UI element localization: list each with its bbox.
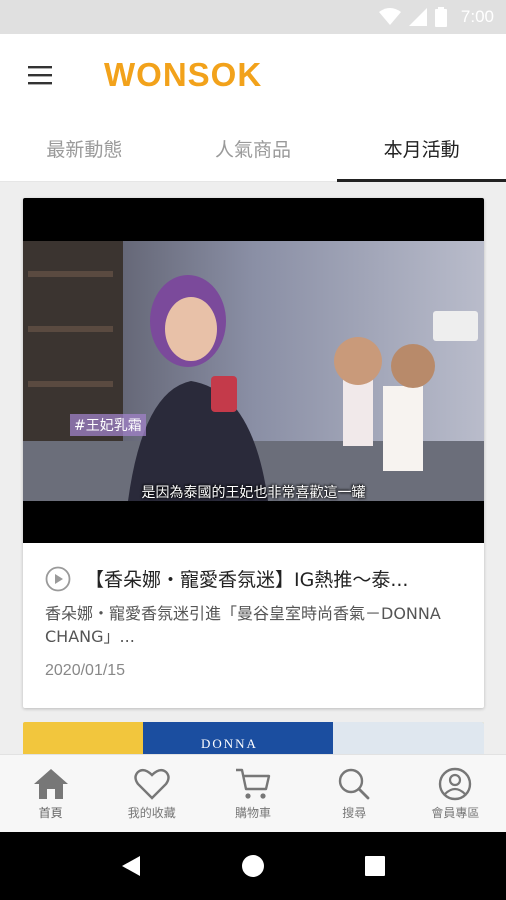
card-body: 【香朵娜・寵愛香氛迷】IG熱推～泰... 香朵娜・寵愛香氛迷引進「曼谷皇室時尚香… (23, 543, 484, 708)
nav-label-account: 會員專區 (431, 805, 480, 820)
nav-account[interactable]: 會員專區 (405, 755, 506, 832)
recents-icon[interactable] (364, 855, 386, 877)
card-description: 香朵娜・寵愛香氛迷引進「曼谷皇室時尚香氣－DONNA CHANG」... (45, 604, 441, 646)
app-logo[interactable]: WONSOK (104, 56, 262, 94)
video-frame-image (23, 241, 484, 501)
tab-latest-news[interactable]: 最新動態 (0, 116, 169, 181)
card-date: 2020/01/15 (45, 662, 126, 679)
content-feed[interactable]: #王妃乳霜 是因為泰國的王妃也非常喜歡這一罐 【香朵娜・寵愛香氛迷】IG熱推～泰… (0, 182, 506, 754)
event-card-2[interactable]: DONNA (23, 722, 484, 754)
back-icon[interactable] (120, 854, 142, 878)
cellular-icon (408, 8, 427, 26)
nav-label-home: 首頁 (38, 805, 63, 820)
tab-popular-products[interactable]: 人氣商品 (169, 116, 338, 181)
home-circle-icon[interactable] (241, 854, 265, 878)
system-navigation-bar (0, 832, 506, 900)
status-bar: 7:00 (0, 0, 506, 34)
heart-icon (134, 768, 170, 800)
nav-label-search: 搜尋 (342, 805, 367, 820)
nav-home[interactable]: 首頁 (0, 755, 101, 832)
cart-icon (236, 768, 271, 799)
card-title-row: 【香朵娜・寵愛香氛迷】IG熱推～泰... (45, 565, 462, 592)
hamburger-icon (28, 66, 52, 85)
play-circle-icon (45, 566, 71, 591)
tab-monthly-events[interactable]: 本月活動 (337, 116, 506, 182)
nav-search[interactable]: 搜尋 (304, 755, 405, 832)
card2-light-panel (333, 722, 484, 754)
card-title[interactable]: 【香朵娜・寵愛香氛迷】IG熱推～泰... (85, 565, 462, 592)
card2-brand-text: DONNA (201, 736, 258, 751)
tab-bar: 最新動態 人氣商品 本月活動 (0, 116, 506, 182)
account-icon (439, 767, 472, 800)
nav-favorites[interactable]: 我的收藏 (101, 755, 202, 832)
nav-cart[interactable]: 購物車 (202, 755, 303, 832)
event-card[interactable]: #王妃乳霜 是因為泰國的王妃也非常喜歡這一罐 【香朵娜・寵愛香氛迷】IG熱推～泰… (23, 198, 484, 708)
battery-icon (434, 7, 447, 27)
video-subtitle: 是因為泰國的王妃也非常喜歡這一罐 (141, 485, 366, 501)
app-bar: WONSOK (0, 34, 506, 116)
menu-button[interactable] (0, 34, 80, 116)
home-icon (33, 768, 68, 799)
nav-label-favorites: 我的收藏 (127, 805, 176, 820)
video-thumbnail[interactable]: #王妃乳霜 是因為泰國的王妃也非常喜歡這一罐 (23, 198, 484, 543)
search-icon (339, 768, 370, 799)
video-hashtag: #王妃乳霜 (70, 414, 146, 436)
wifi-icon (378, 8, 401, 25)
status-time: 7:00 (460, 7, 494, 26)
nav-label-cart: 購物車 (235, 805, 272, 820)
bottom-navigation: 首頁 我的收藏 購物車 搜尋 會員專區 (0, 754, 506, 832)
